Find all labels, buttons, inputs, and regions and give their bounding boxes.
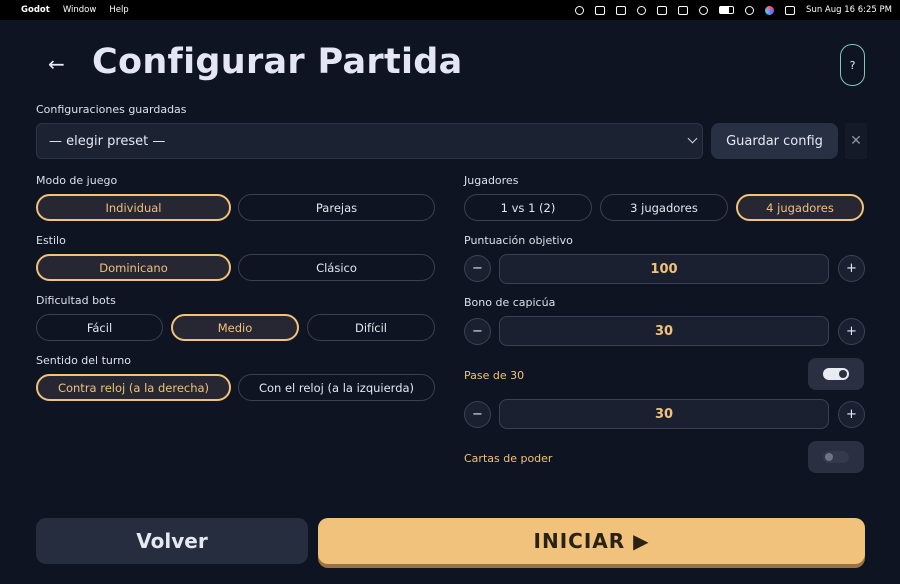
turn-option-clockwise[interactable]: Con el reloj (a la izquierda) bbox=[238, 374, 435, 401]
wifi-icon[interactable] bbox=[745, 5, 755, 15]
help-button[interactable]: ? bbox=[840, 44, 865, 86]
capicua-bonus-value[interactable]: 30 bbox=[499, 316, 829, 346]
difficulty-option-facil[interactable]: Fácil bbox=[36, 314, 163, 341]
pase-label: Pase de 30 bbox=[464, 369, 525, 382]
style-option-dominicano[interactable]: Dominicano bbox=[36, 254, 231, 281]
battery-icon[interactable] bbox=[719, 6, 735, 14]
power-cards-toggle[interactable] bbox=[808, 441, 864, 473]
style-option-clasico[interactable]: Clásico bbox=[238, 254, 435, 281]
clipboard-icon[interactable] bbox=[616, 5, 627, 15]
brightness-icon[interactable] bbox=[575, 5, 585, 15]
toggle-knob bbox=[825, 453, 833, 461]
mode-option-individual[interactable]: Individual bbox=[36, 194, 231, 221]
airplay-icon[interactable] bbox=[699, 5, 709, 15]
start-button[interactable]: INICIAR ▶ bbox=[318, 518, 865, 564]
turn-option-counterclockwise[interactable]: Contra reloj (a la derecha) bbox=[36, 374, 231, 401]
siri-icon[interactable] bbox=[765, 5, 775, 15]
pase-toggle[interactable] bbox=[808, 358, 864, 390]
back-button[interactable]: Volver bbox=[36, 518, 308, 564]
mode-label: Modo de juego bbox=[36, 174, 118, 187]
pase-plus-button[interactable]: + bbox=[838, 401, 865, 428]
toggle-knob bbox=[839, 370, 847, 378]
menu-help[interactable]: Help bbox=[109, 5, 128, 15]
target-score-minus-button[interactable]: − bbox=[464, 255, 491, 282]
players-option-4[interactable]: 4 jugadores bbox=[736, 194, 864, 221]
target-score-label: Puntuación objetivo bbox=[464, 234, 573, 247]
difficulty-option-dificil[interactable]: Difícil bbox=[307, 314, 435, 341]
control-center-icon[interactable] bbox=[785, 5, 796, 15]
preset-select-value: — elegir preset — bbox=[49, 133, 166, 149]
pase-toggle-switch bbox=[823, 368, 849, 380]
turn-label: Sentido del turno bbox=[36, 354, 131, 367]
menu-window[interactable]: Window bbox=[63, 5, 97, 15]
close-icon[interactable]: ✕ bbox=[845, 123, 867, 159]
pase-minus-button[interactable]: − bbox=[464, 401, 491, 428]
style-label: Estilo bbox=[36, 234, 66, 247]
keyboard-icon[interactable] bbox=[678, 5, 689, 15]
pase-value[interactable]: 30 bbox=[499, 399, 829, 429]
page-title: Configurar Partida bbox=[92, 42, 463, 82]
capicua-bonus-label: Bono de capicúa bbox=[464, 296, 556, 309]
players-option-2[interactable]: 1 vs 1 (2) bbox=[464, 194, 592, 221]
back-arrow-icon[interactable]: ← bbox=[48, 52, 65, 76]
power-cards-toggle-switch bbox=[823, 451, 849, 463]
chevron-down-icon bbox=[687, 133, 698, 144]
mode-option-parejas[interactable]: Parejas bbox=[238, 194, 435, 221]
save-config-button[interactable]: Guardar config bbox=[711, 123, 838, 159]
power-cards-label: Cartas de poder bbox=[464, 452, 553, 465]
menu-bar: Godot Window Help Sun Aug 16 6:25 PM bbox=[0, 0, 900, 20]
players-option-3[interactable]: 3 jugadores bbox=[600, 194, 728, 221]
capicua-bonus-minus-button[interactable]: − bbox=[464, 318, 491, 345]
menu-clock[interactable]: Sun Aug 16 6:25 PM bbox=[806, 5, 892, 15]
bluetooth-icon[interactable] bbox=[657, 5, 668, 15]
game-controller-icon[interactable] bbox=[595, 5, 606, 15]
target-score-value[interactable]: 100 bbox=[499, 254, 829, 284]
capicua-bonus-plus-button[interactable]: + bbox=[838, 318, 865, 345]
menu-app-name[interactable]: Godot bbox=[21, 5, 50, 15]
presets-label: Configuraciones guardadas bbox=[36, 103, 187, 116]
target-score-plus-button[interactable]: + bbox=[838, 255, 865, 282]
preset-select[interactable]: — elegir preset — bbox=[36, 123, 703, 159]
moon-icon[interactable] bbox=[637, 5, 647, 15]
players-label: Jugadores bbox=[464, 174, 519, 187]
difficulty-label: Dificultad bots bbox=[36, 294, 116, 307]
difficulty-option-medio[interactable]: Medio bbox=[171, 314, 299, 341]
